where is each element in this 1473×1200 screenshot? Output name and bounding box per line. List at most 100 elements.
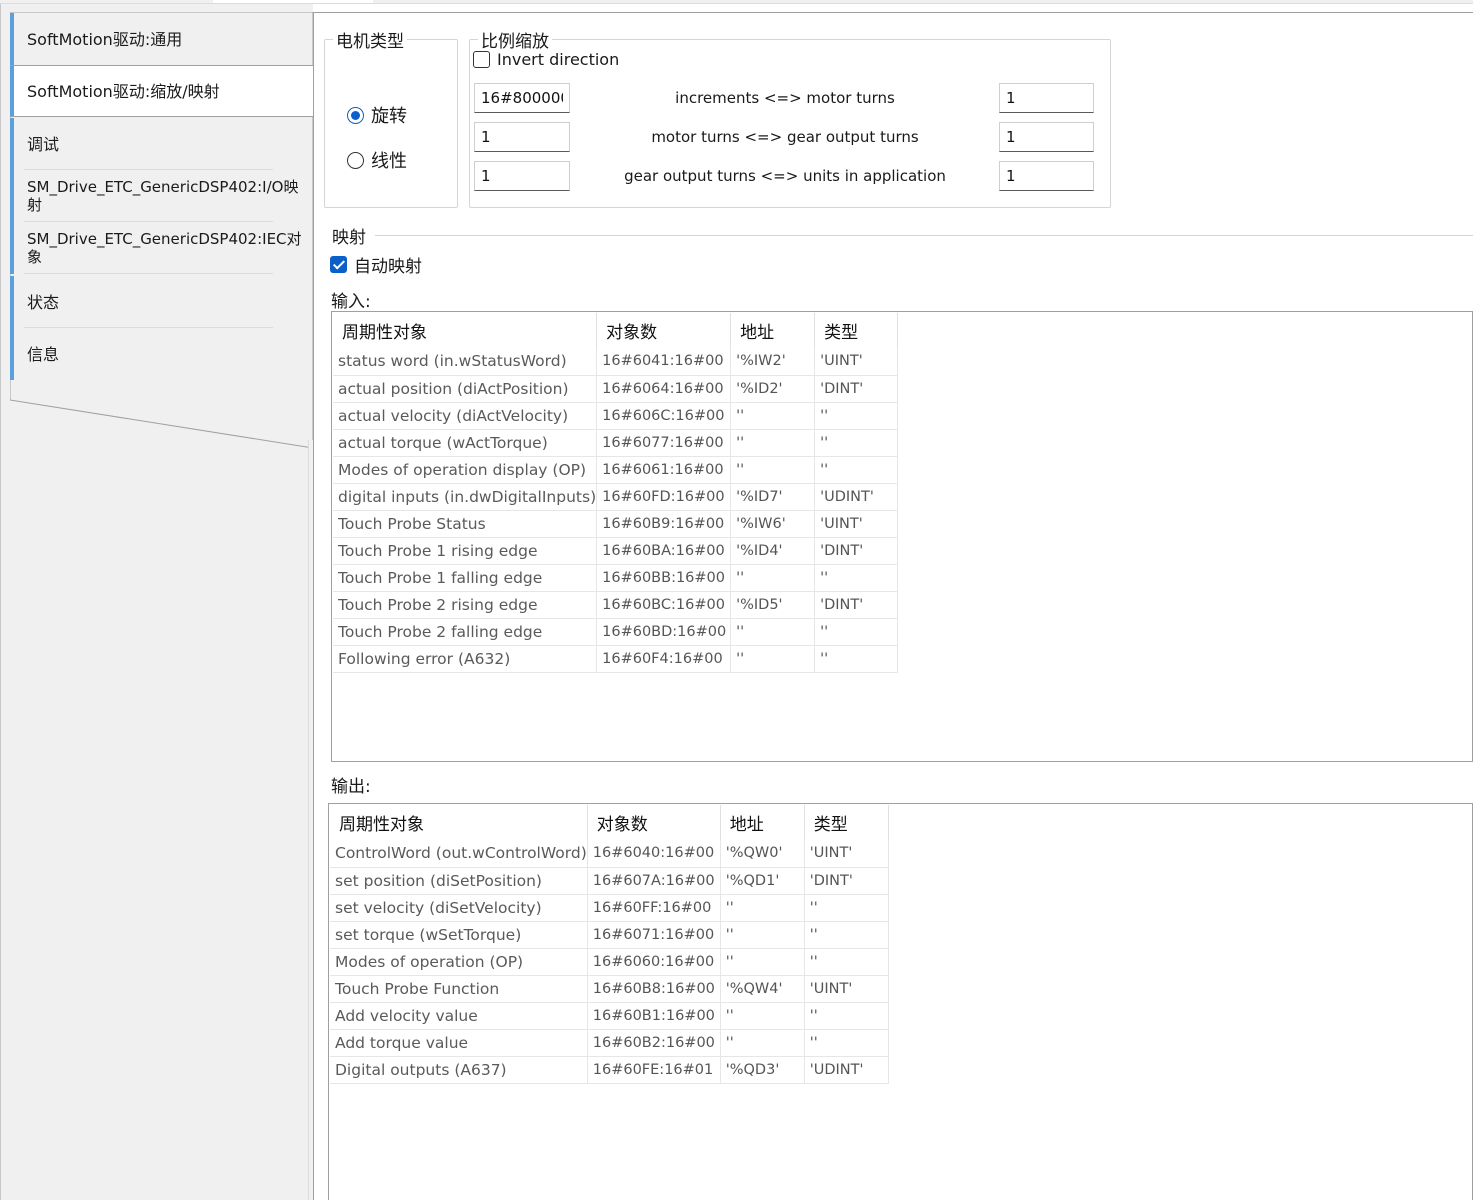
- checkbox-unchecked-icon: [473, 51, 490, 68]
- motor-turns-field[interactable]: [999, 83, 1094, 113]
- gear-output-turns-field[interactable]: [999, 122, 1094, 152]
- table-row[interactable]: actual velocity (diActVelocity) 16#606C:1…: [333, 402, 899, 430]
- sidebar-item-label: SoftMotion驱动:通用: [27, 29, 183, 49]
- column-header-address[interactable]: 地址: [720, 805, 805, 840]
- cell-type: 'UINT': [814, 348, 899, 376]
- cell-cyclic-object: set torque (wSetTorque): [330, 921, 588, 949]
- table-row[interactable]: Touch Probe 2 falling edge 16#60BD:16#00 '…: [333, 618, 899, 646]
- sidebar-item-scaling-mapping[interactable]: SoftMotion驱动:缩放/映射: [10, 65, 313, 117]
- cell-cyclic-object: Following error (A632): [333, 645, 598, 673]
- cell-type: '': [804, 894, 889, 922]
- cell-address: '': [720, 1029, 805, 1057]
- table-row[interactable]: actual position (diActPosition) 16#6064:1…: [333, 375, 899, 403]
- sidebar-item-debug[interactable]: 调试: [10, 118, 313, 170]
- sidebar-item-accent: [10, 276, 14, 328]
- inputs-label: 输入:: [331, 292, 371, 312]
- cell-cyclic-object: Touch Probe Function: [330, 975, 588, 1003]
- table-row[interactable]: Touch Probe 1 rising edge 16#60BA:16#00 '%…: [333, 537, 899, 565]
- cell-object-number: 16#6077:16#00: [596, 429, 732, 457]
- sidebar-edge: [0, 4, 1, 1200]
- cell-object-number: 16#6061:16#00: [596, 456, 732, 484]
- cell-cyclic-object: ControlWord (out.wControlWord): [330, 840, 588, 868]
- top-strip-highlight: [213, 0, 373, 3]
- motor-turns-ratio-field[interactable]: [474, 122, 570, 152]
- cell-type: '': [804, 1002, 889, 1030]
- invert-direction-checkbox[interactable]: Invert direction: [473, 50, 619, 69]
- table-row[interactable]: Touch Probe Function 16#60B8:16#00 '%QW4' '…: [330, 975, 889, 1003]
- cell-address: '': [720, 894, 805, 922]
- cell-type: 'DINT': [804, 867, 889, 895]
- cell-address: '%QD3': [720, 1056, 805, 1084]
- cell-cyclic-object: actual velocity (diActVelocity): [333, 402, 598, 430]
- cell-type: '': [814, 564, 899, 592]
- table-row[interactable]: Add velocity value 16#60B1:16#00 '' '': [330, 1002, 889, 1030]
- cell-address: '': [730, 429, 816, 457]
- sidebar-item-accent: [10, 328, 14, 380]
- column-header-type[interactable]: 类型: [804, 805, 889, 840]
- radio-linear-label: 线性: [371, 151, 407, 172]
- inputs-table: 周期性对象 对象数 地址 类型 status word (in.wStatusW…: [333, 313, 899, 673]
- sidebar-item-iec-objects[interactable]: SM_Drive_ETC_GenericDSP402:IEC对象: [10, 222, 313, 274]
- cell-address: '': [730, 618, 816, 646]
- table-row[interactable]: set position (diSetPosition) 16#607A:16#0…: [330, 867, 889, 895]
- table-row[interactable]: Touch Probe 1 falling edge 16#60BB:16#00 '…: [333, 564, 899, 592]
- units-in-application-field[interactable]: [999, 161, 1094, 191]
- table-row[interactable]: Modes of operation display (OP) 16#6061:1…: [333, 456, 899, 484]
- table-row[interactable]: set torque (wSetTorque) 16#6071:16#00 '' '': [330, 921, 889, 949]
- cell-object-number: 16#60B8:16#00: [587, 975, 721, 1003]
- cell-object-number: 16#60FF:16#00: [587, 894, 721, 922]
- radio-rotary[interactable]: 旋转: [347, 102, 407, 128]
- gear-output-ratio-field[interactable]: [474, 161, 570, 191]
- auto-mapping-label: 自动映射: [354, 257, 422, 277]
- cell-cyclic-object: actual position (diActPosition): [333, 375, 598, 403]
- cell-address: '': [720, 948, 805, 976]
- table-row[interactable]: ControlWord (out.wControlWord) 16#6040:16…: [330, 840, 889, 868]
- increments-field[interactable]: [474, 83, 570, 113]
- cell-cyclic-object: Touch Probe 2 falling edge: [333, 618, 598, 646]
- cell-object-number: 16#6041:16#00: [596, 348, 732, 376]
- column-header-type[interactable]: 类型: [814, 313, 899, 348]
- sidebar-item-accent: [10, 170, 14, 222]
- cell-object-number: 16#60BA:16#00: [596, 537, 732, 565]
- column-header-object-number[interactable]: 对象数: [596, 313, 732, 348]
- table-row[interactable]: actual torque (wActTorque) 16#6077:16#00 '…: [333, 429, 899, 457]
- table-row[interactable]: Touch Probe Status 16#60B9:16#00 '%IW6' 'UI…: [333, 510, 899, 538]
- column-header-cyclic-object[interactable]: 周期性对象: [333, 313, 598, 348]
- cell-type: '': [804, 948, 889, 976]
- sidebar-divider: [24, 273, 273, 274]
- radio-rotary-label: 旋转: [371, 106, 407, 127]
- cell-object-number: 16#60BC:16#00: [596, 591, 732, 619]
- column-header-object-number[interactable]: 对象数: [587, 805, 721, 840]
- table-row[interactable]: status word (in.wStatusWord) 16#6041:16#0…: [333, 348, 899, 376]
- column-header-address[interactable]: 地址: [730, 313, 816, 348]
- sidebar-item-info[interactable]: 信息: [10, 328, 313, 380]
- cell-cyclic-object: Touch Probe 1 falling edge: [333, 564, 598, 592]
- sidebar-item-label: SM_Drive_ETC_GenericDSP402:IEC对象: [27, 230, 302, 266]
- cell-address: '%QD1': [720, 867, 805, 895]
- table-row[interactable]: Digital outputs (A637) 16#60FE:16#01 '%QD3…: [330, 1056, 889, 1084]
- radio-selected-icon: [347, 106, 364, 124]
- sidebar-item-general[interactable]: SoftMotion驱动:通用: [10, 13, 313, 65]
- motor-type-legend: 电机类型: [336, 32, 404, 52]
- table-row[interactable]: Modes of operation (OP) 16#6060:16#00 '' '': [330, 948, 889, 976]
- cell-type: 'DINT': [814, 537, 899, 565]
- radio-linear[interactable]: 线性: [347, 147, 407, 173]
- cell-cyclic-object: actual torque (wActTorque): [333, 429, 598, 457]
- cell-cyclic-object: digital inputs (in.dwDigitalInputs): [333, 483, 598, 511]
- table-row[interactable]: Touch Probe 2 rising edge 16#60BC:16#00 '%…: [333, 591, 899, 619]
- sidebar-item-io-mapping[interactable]: SM_Drive_ETC_GenericDSP402:I/O映射: [10, 170, 313, 222]
- motor-gear-turns-label: motor turns <=> gear output turns: [651, 128, 919, 146]
- table-row[interactable]: set velocity (diSetVelocity) 16#60FF:16#0…: [330, 894, 889, 922]
- table-row[interactable]: Following error (A632) 16#60F4:16#00 '' '': [333, 645, 899, 673]
- sidebar-item-status[interactable]: 状态: [10, 276, 313, 328]
- cell-object-number: 16#60BD:16#00: [596, 618, 732, 646]
- auto-mapping-checkbox[interactable]: 自动映射: [330, 252, 422, 277]
- gear-units-label: gear output turns <=> units in applicati…: [624, 167, 946, 185]
- motor-type-group: 电机类型 旋转 线性: [324, 27, 458, 208]
- cell-object-number: 16#60B2:16#00: [587, 1029, 721, 1057]
- inputs-table-container: 周期性对象 对象数 地址 类型 status word (in.wStatusW…: [331, 311, 1473, 762]
- table-row[interactable]: Add torque value 16#60B2:16#00 '' '': [330, 1029, 889, 1057]
- table-row[interactable]: digital inputs (in.dwDigitalInputs) 16#60…: [333, 483, 899, 511]
- sidebar-item-label: 状态: [27, 292, 60, 312]
- column-header-cyclic-object[interactable]: 周期性对象: [330, 805, 588, 840]
